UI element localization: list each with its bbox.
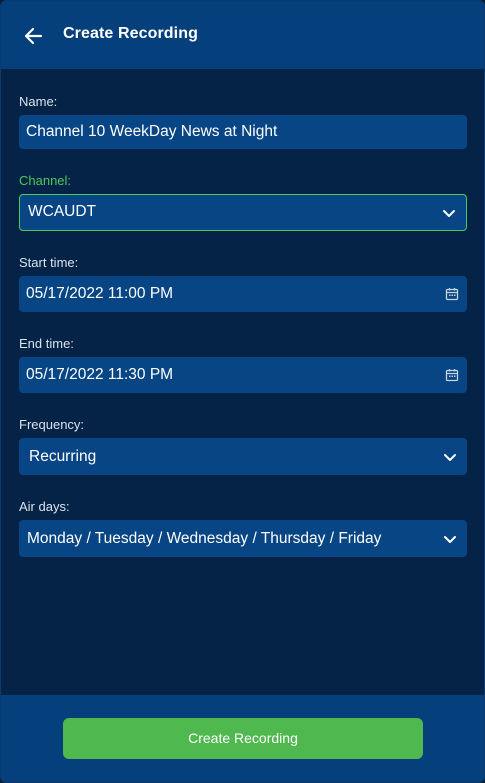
name-label: Name: <box>19 94 58 109</box>
frequency-value: Recurring <box>29 448 97 465</box>
start-time-input[interactable]: 05/17/2022 11:00 PM <box>19 276 467 312</box>
start-time-label: Start time: <box>19 255 79 270</box>
calendar-icon[interactable] <box>445 368 459 382</box>
footer-bar: Create Recording <box>1 695 484 782</box>
start-time-value: 05/17/2022 11:00 PM <box>26 285 174 302</box>
arrow-left-icon <box>24 27 43 45</box>
end-time-label: End time: <box>19 336 74 351</box>
frequency-select[interactable]: Recurring <box>19 438 467 475</box>
chevron-down-icon <box>444 453 456 461</box>
end-time-input[interactable]: 05/17/2022 11:30 PM <box>19 357 467 393</box>
chevron-down-icon <box>443 209 455 217</box>
chevron-down-icon <box>444 535 456 543</box>
create-recording-dialog: Create Recording Name: Channel 10 WeekDa… <box>0 0 485 783</box>
channel-value: WCAUDT <box>28 203 97 220</box>
calendar-icon[interactable] <box>445 287 459 301</box>
end-time-value: 05/17/2022 11:30 PM <box>26 366 174 383</box>
back-button[interactable] <box>21 23 47 49</box>
page-title: Create Recording <box>63 25 198 42</box>
air-days-label: Air days: <box>19 499 70 514</box>
air-days-value: Monday / Tuesday / Wednesday / Thursday … <box>27 530 382 547</box>
frequency-label: Frequency: <box>19 417 85 432</box>
channel-select[interactable]: WCAUDT <box>19 194 467 231</box>
header-bar: Create Recording <box>1 1 484 69</box>
create-recording-button[interactable]: Create Recording <box>63 718 423 759</box>
air-days-select[interactable]: Monday / Tuesday / Wednesday / Thursday … <box>19 520 467 557</box>
name-input[interactable]: Channel 10 WeekDay News at Night <box>19 115 467 149</box>
channel-label: Channel: <box>19 173 72 188</box>
